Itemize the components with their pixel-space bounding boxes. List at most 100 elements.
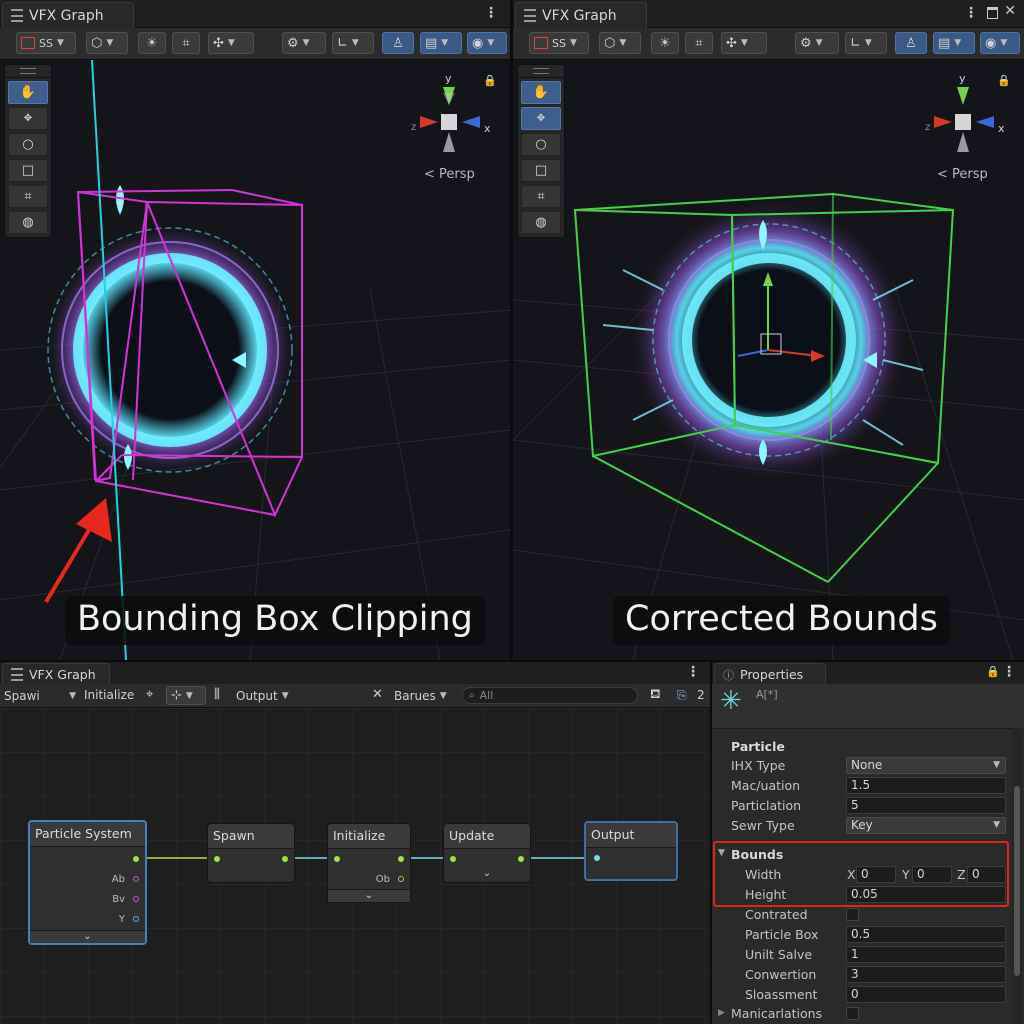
conwertion-field[interactable]: 3 xyxy=(846,966,1006,983)
sloassment-field[interactable]: 0 xyxy=(846,986,1006,1003)
persp-label[interactable]: < Persp xyxy=(424,167,475,182)
orientation-gizmo[interactable] xyxy=(420,87,480,152)
rotate-tool-button[interactable]: ○ xyxy=(521,133,561,156)
update-node[interactable]: Update ⌄ xyxy=(443,823,531,883)
output-port[interactable] xyxy=(398,856,404,862)
output-port[interactable] xyxy=(133,856,139,862)
foldout-arrow-icon[interactable]: ▼ xyxy=(718,848,725,858)
scrollbar-track[interactable] xyxy=(1012,728,1022,1024)
graph-window-tab[interactable]: VFX Graph xyxy=(2,663,110,685)
move-tool-button[interactable]: ✥ xyxy=(521,107,561,130)
bounds-y-field[interactable]: 0 xyxy=(912,866,952,883)
output-port[interactable] xyxy=(518,856,524,862)
expand-chevron-icon[interactable]: ⌄ xyxy=(444,868,530,879)
input-port[interactable] xyxy=(594,855,600,861)
spawn-node[interactable]: Spawn xyxy=(207,823,295,883)
input-port[interactable] xyxy=(398,876,404,882)
orientation-gizmo[interactable] xyxy=(934,87,994,152)
spawn-dropdown[interactable]: Spawi ▼ xyxy=(4,687,76,704)
rotate-tool-button[interactable]: ○ xyxy=(8,133,48,156)
unilt-salve-field[interactable]: 1 xyxy=(846,946,1006,963)
layout-dropdown[interactable]: ⊹ ▼ xyxy=(166,686,206,705)
input-port[interactable] xyxy=(133,896,139,902)
lighting-toggle[interactable]: ☀ xyxy=(651,32,679,54)
render-mode-dropdown[interactable]: SS ▼ xyxy=(529,32,589,54)
bounds-z-field[interactable]: 0 xyxy=(967,866,1006,883)
particle-box-field[interactable]: 0.5 xyxy=(846,926,1006,943)
scale-tool-button[interactable]: □ xyxy=(8,159,48,182)
effects-dropdown[interactable]: ✣ ▼ xyxy=(721,32,767,54)
right-scene-viewport[interactable]: y x z 🔒 < Persp ✋ ✥ ○ □ ⌗ ◍ Corrected Bo… xyxy=(513,60,1024,660)
transform-tool-button[interactable]: ◍ xyxy=(521,211,561,234)
particle-system-node[interactable]: Particle System Ab Bv Y ⌄ xyxy=(28,820,147,945)
foldout-arrow-icon[interactable]: ▶ xyxy=(718,1008,725,1018)
left-window-tab[interactable]: VFX Graph xyxy=(2,2,134,28)
more-options-icon[interactable]: ⋮ xyxy=(484,5,498,21)
initialize-node[interactable]: Initialize Ob ⌄ xyxy=(327,823,411,903)
initialize-button[interactable]: Initialize xyxy=(84,688,134,702)
input-port[interactable] xyxy=(133,876,139,882)
globe-dropdown[interactable]: ◉ ▼ xyxy=(467,32,507,54)
lock-icon[interactable]: 🔒 xyxy=(483,74,497,87)
camera-dropdown[interactable]: ▤ ▼ xyxy=(933,32,975,54)
transform-tool-button[interactable]: ◍ xyxy=(8,211,48,234)
palette-grip[interactable] xyxy=(518,65,564,78)
snap-dropdown[interactable]: ∟ ▼ xyxy=(845,32,887,54)
render-mode-dropdown[interactable]: SS ▼ xyxy=(16,32,76,54)
columns-icon[interactable]: ⫼ xyxy=(214,688,220,701)
crosshair-icon[interactable]: ⌖ xyxy=(146,688,153,701)
person-toggle[interactable]: ♙ xyxy=(895,32,927,54)
crop-toggle[interactable]: ⌗ xyxy=(685,32,713,54)
left-scene-viewport[interactable]: y x z 🔒 < Persp ✋ ✥ ○ □ ⌗ ◍ Bounding Box… xyxy=(0,60,510,660)
contrated-checkbox[interactable] xyxy=(846,908,859,921)
bounds-height-field[interactable]: 0.05 xyxy=(846,886,1006,903)
ihx-type-dropdown[interactable]: None ▼ xyxy=(846,757,1006,774)
stamp-icon[interactable]: ⛾ xyxy=(650,688,661,701)
move-tool-button[interactable]: ✥ xyxy=(8,107,48,130)
crop-toggle[interactable]: ⌗ xyxy=(172,32,200,54)
expand-chevron-icon[interactable]: ⌄ xyxy=(30,930,145,943)
scale-tool-button[interactable]: □ xyxy=(521,159,561,182)
rect-tool-button[interactable]: ⌗ xyxy=(8,185,48,208)
lock-icon[interactable]: 🔒 xyxy=(986,665,1000,678)
input-port[interactable] xyxy=(133,916,139,922)
gizmo-dropdown[interactable]: ⚙ ▼ xyxy=(282,32,326,54)
input-port[interactable] xyxy=(214,856,220,862)
persp-label[interactable]: < Persp xyxy=(937,167,988,182)
maximize-icon[interactable] xyxy=(987,7,998,19)
right-window-tab[interactable]: VFX Graph xyxy=(515,2,647,28)
sewr-type-dropdown[interactable]: Key ▼ xyxy=(846,817,1006,834)
input-port[interactable] xyxy=(450,856,456,862)
output-node[interactable]: Output xyxy=(584,821,678,881)
manicarlations-checkbox[interactable] xyxy=(846,1007,859,1020)
more-options-icon[interactable]: ⋮ xyxy=(686,664,700,680)
lighting-toggle[interactable]: ☀ xyxy=(138,32,166,54)
hand-tool-button[interactable]: ✋ xyxy=(8,81,48,104)
effects-dropdown[interactable]: ✣ ▼ xyxy=(208,32,254,54)
particlation-field[interactable]: 5 xyxy=(846,797,1006,814)
bounds-title[interactable]: Bounds xyxy=(731,847,783,862)
rect-tool-button[interactable]: ⌗ xyxy=(521,185,561,208)
scrollbar-thumb[interactable] xyxy=(1014,786,1020,976)
close-icon[interactable]: ✕ xyxy=(1004,3,1016,19)
camera-dropdown[interactable]: ▤ ▼ xyxy=(420,32,462,54)
bounds-x-field[interactable]: 0 xyxy=(856,866,896,883)
input-port[interactable] xyxy=(334,856,340,862)
tools-icon[interactable]: ✕ xyxy=(372,688,383,701)
shading-dropdown[interactable]: ⬡ ▼ xyxy=(86,32,128,54)
shading-dropdown[interactable]: ⬡ ▼ xyxy=(599,32,641,54)
barues-dropdown[interactable]: Barues ▼ xyxy=(394,687,454,704)
palette-grip[interactable] xyxy=(5,65,51,78)
output-dropdown[interactable]: Output ▼ xyxy=(236,687,292,704)
globe-dropdown[interactable]: ◉ ▼ xyxy=(980,32,1020,54)
macuation-field[interactable]: 1.5 xyxy=(846,777,1006,794)
output-port[interactable] xyxy=(282,856,288,862)
properties-tab[interactable]: ⓘ Properties xyxy=(714,663,826,685)
search-field[interactable]: ⌕ All xyxy=(462,687,638,704)
more-options-icon[interactable]: ⋮ xyxy=(964,5,978,21)
hand-tool-button[interactable]: ✋ xyxy=(521,81,561,104)
gizmo-dropdown[interactable]: ⚙ ▼ xyxy=(795,32,839,54)
lock-icon[interactable]: 🔒 xyxy=(997,74,1011,87)
person-toggle[interactable]: ♙ xyxy=(382,32,414,54)
graph-canvas[interactable]: Particle System Ab Bv Y ⌄ Spawn Initiali… xyxy=(0,708,710,1024)
